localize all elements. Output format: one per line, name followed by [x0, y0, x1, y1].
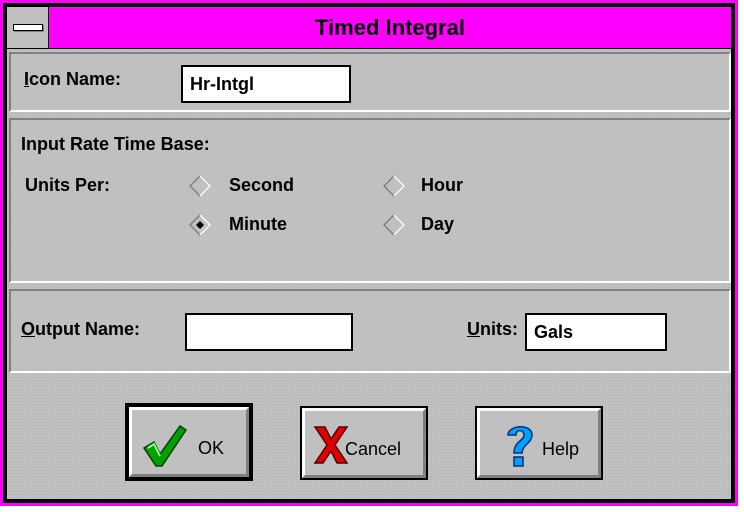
output-name-label-mnemonic: O: [21, 319, 36, 339]
units-label: Units:: [467, 319, 518, 340]
checkmark-icon: [142, 424, 188, 467]
radio-diamond-icon: [383, 175, 405, 197]
output-name-input[interactable]: [185, 313, 353, 351]
radio-hour-label: Hour: [421, 175, 463, 195]
units-per-label: Units Per:: [25, 175, 111, 195]
output-group: Output Name: Units: Gals: [9, 289, 731, 373]
units-label-mnemonic: U: [467, 319, 480, 339]
ok-button-label: OK: [198, 438, 225, 458]
radio-minute-label: Minute: [229, 214, 287, 234]
system-menu-icon: [13, 24, 43, 31]
input-rate-group: Input Rate Time Base: Units Per: Second …: [9, 118, 731, 283]
window-title: Timed Integral: [315, 15, 465, 40]
system-menu-button[interactable]: [7, 7, 49, 48]
dialog-frame: Timed Integral Icon Name: Hr-Intgl Input…: [6, 6, 732, 500]
radio-diamond-selected-icon: [189, 214, 211, 236]
dialog-body: Icon Name: Hr-Intgl Input Rate Time Base…: [7, 49, 731, 499]
cancel-button-label: Cancel: [345, 439, 402, 459]
question-mark-icon: [507, 426, 533, 467]
cancel-button-face: Cancel: [302, 408, 426, 478]
cancel-button[interactable]: Cancel: [300, 406, 428, 480]
ok-button[interactable]: OK: [125, 403, 253, 481]
output-name-label-text: utput Name:: [35, 319, 141, 339]
help-button-face: Help: [477, 408, 601, 478]
help-button[interactable]: Help: [475, 406, 603, 480]
radio-diamond-icon: [383, 214, 405, 236]
dialog-window: Timed Integral Icon Name: Hr-Intgl Input…: [0, 0, 738, 506]
radio-day-label: Day: [421, 214, 455, 234]
icon-name-group: Icon Name: Hr-Intgl: [9, 52, 731, 112]
units-label-text: nits:: [480, 319, 518, 339]
output-name-label: Output Name:: [21, 319, 140, 340]
icon-name-input[interactable]: Hr-Intgl: [181, 65, 351, 103]
input-rate-heading: Input Rate Time Base:: [21, 134, 210, 154]
radio-second-label: Second: [229, 175, 295, 195]
units-input[interactable]: Gals: [525, 313, 667, 351]
title-bar[interactable]: Timed Integral: [7, 7, 731, 49]
ok-button-face: OK: [129, 407, 249, 477]
help-button-label: Help: [542, 439, 580, 459]
radio-diamond-icon: [189, 175, 211, 197]
icon-name-label-text: con Name:: [29, 69, 122, 89]
icon-name-label: Icon Name:: [24, 69, 121, 90]
